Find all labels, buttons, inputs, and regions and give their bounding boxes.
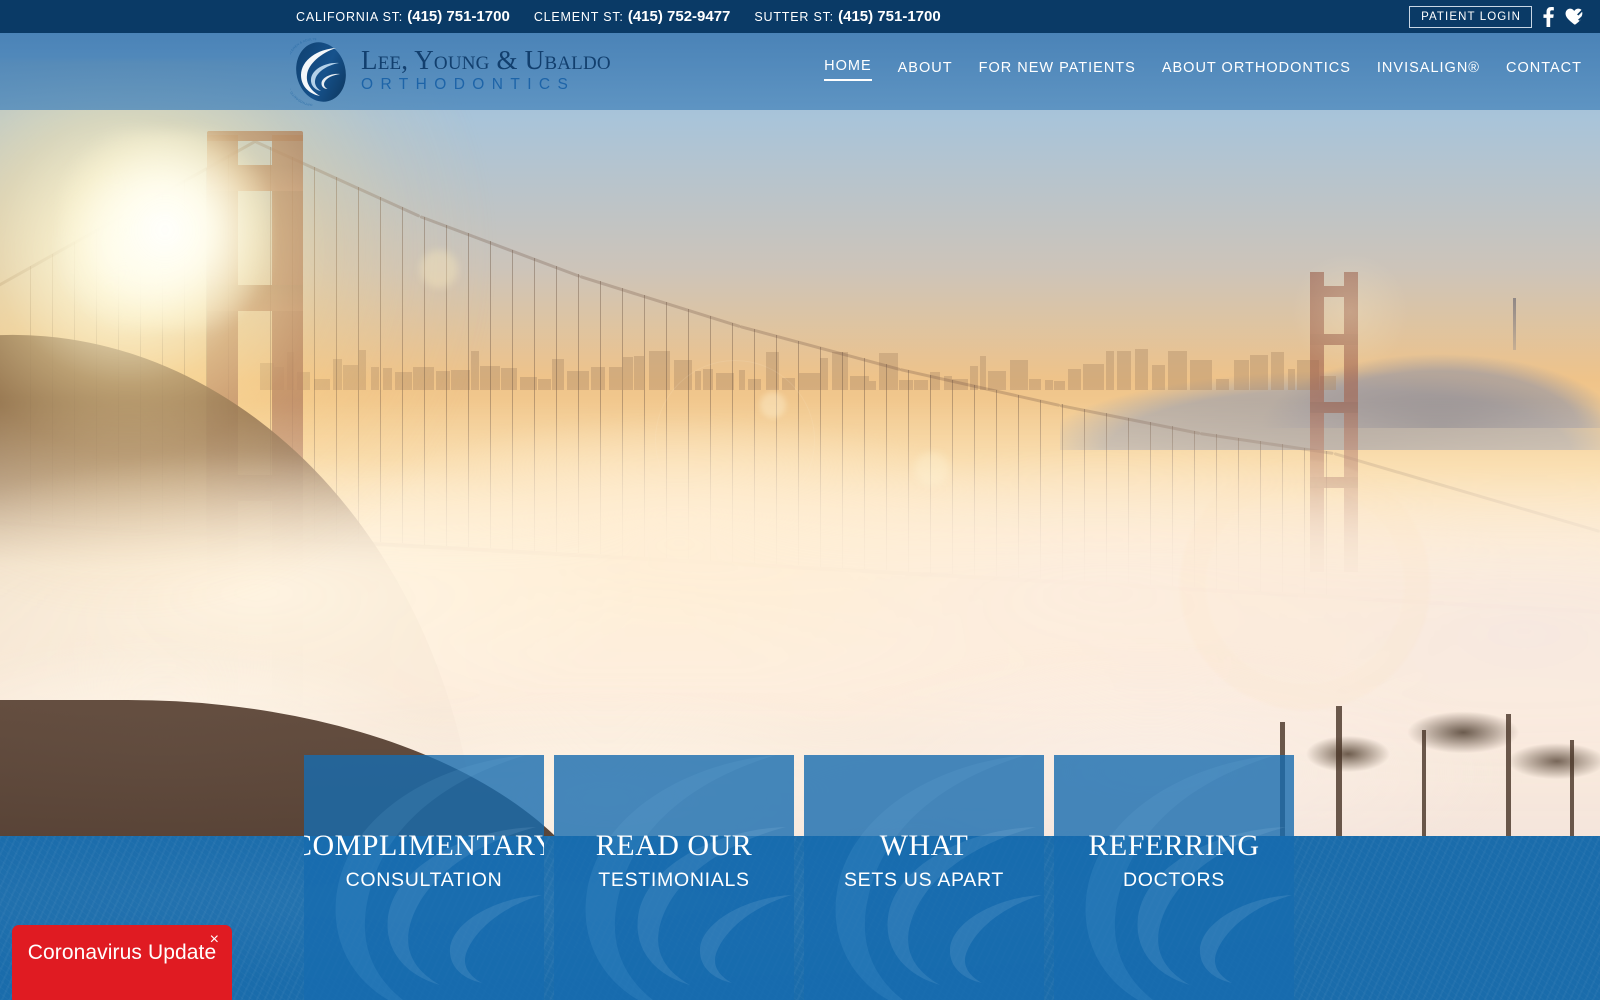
card-title: READ OUR: [595, 829, 753, 862]
card-subtitle: TESTIMONIALS: [598, 868, 750, 891]
coronavirus-update-label: Coronavirus Update: [27, 941, 217, 964]
phone-number-1[interactable]: CALIFORNIA ST: (415) 751-1700: [296, 8, 510, 25]
phone-number-value[interactable]: (415) 751-1700: [403, 8, 510, 25]
lens-flare-icon: [1180, 460, 1430, 710]
logo-name-line: Lee, Young & Ubaldo: [361, 44, 611, 75]
lens-flare-icon: [420, 250, 458, 288]
callout-cards: COMPLIMENTARY CONSULTATION READ OUR TESTIM…: [304, 755, 1294, 1000]
phone-number-value[interactable]: (415) 752-9477: [624, 8, 731, 25]
logo-wordmark: Lee, Young & Ubaldo ORTHODONTICS: [361, 44, 611, 97]
phone-location-label: SUTTER ST:: [754, 10, 834, 24]
phone-location-label: CLEMENT ST:: [533, 10, 624, 24]
nav-item-contact[interactable]: CONTACT: [1506, 60, 1582, 81]
lens-flare-icon: [915, 452, 949, 486]
site-header: ORTHODONTIC SPECIALISTS FOR CHILDREN & A…: [0, 33, 1600, 110]
nav-item-about[interactable]: ABOUT: [898, 60, 953, 81]
healthgrades-heart-icon[interactable]: [1565, 8, 1584, 25]
logo-tagline: ORTHODONTICS: [361, 75, 576, 93]
phone-number-value[interactable]: (415) 751-1700: [834, 8, 941, 25]
callout-card-read-our[interactable]: READ OUR TESTIMONIALS: [554, 755, 794, 1000]
nav-item-about-orthodontics[interactable]: ABOUT ORTHODONTICS: [1162, 60, 1351, 81]
hero-sun-core: [60, 130, 270, 330]
callout-card-what[interactable]: WHAT SETS US APART: [804, 755, 1044, 1000]
card-title: WHAT: [879, 829, 969, 862]
nav-item-home[interactable]: HOME: [824, 58, 872, 81]
lens-flare-icon: [655, 360, 815, 520]
card-title: COMPLIMENTARY: [304, 829, 544, 862]
top-bar-right-group: PATIENT LOGIN: [1409, 5, 1584, 28]
callout-card-referring[interactable]: REFERRING DOCTORS: [1054, 755, 1294, 1000]
card-subtitle: SETS US APART: [843, 868, 1005, 891]
lens-flare-icon: [1290, 252, 1410, 372]
callout-card-complimentary[interactable]: COMPLIMENTARY CONSULTATION: [304, 755, 544, 1000]
phone-location-label: CALIFORNIA ST:: [296, 10, 404, 24]
patient-login-button[interactable]: PATIENT LOGIN: [1409, 5, 1532, 28]
coronavirus-update-banner[interactable]: × Coronavirus Update: [12, 925, 232, 1000]
card-title: REFERRING: [1088, 829, 1260, 862]
phone-number-3[interactable]: SUTTER ST: (415) 751-1700: [754, 8, 940, 25]
logo-swoosh-icon: ORTHODONTIC SPECIALISTS FOR CHILDREN & A…: [283, 36, 352, 106]
nav-item-invisalign[interactable]: INVISALIGN®: [1377, 60, 1480, 81]
card-subtitle: CONSULTATION: [345, 868, 503, 891]
nav-item-for-new-patients[interactable]: FOR NEW PATIENTS: [979, 60, 1136, 81]
card-subtitle: DOCTORS: [1122, 868, 1226, 891]
main-navigation: HOME ABOUT FOR NEW PATIENTS ABOUT ORTHODONT…: [824, 58, 1582, 85]
phone-number-2[interactable]: CLEMENT ST: (415) 752-9477: [534, 8, 731, 25]
utility-top-bar: CALIFORNIA ST: (415) 751-1700 CLEMENT ST:…: [0, 0, 1600, 33]
phone-numbers-group: CALIFORNIA ST: (415) 751-1700 CLEMENT ST:…: [296, 8, 941, 25]
site-logo[interactable]: ORTHODONTIC SPECIALISTS FOR CHILDREN & A…: [283, 36, 611, 106]
facebook-icon[interactable]: [1543, 6, 1554, 27]
